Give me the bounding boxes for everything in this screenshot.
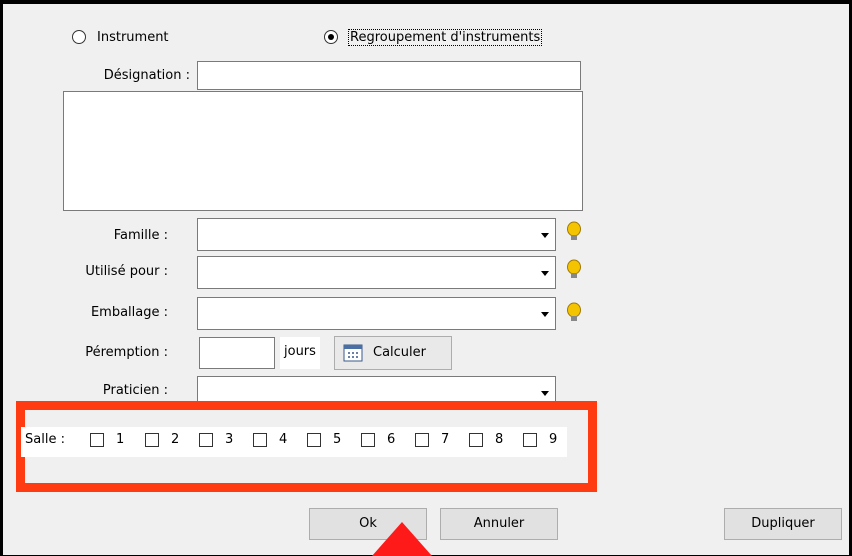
- calculer-label: Calculer: [373, 345, 426, 360]
- lightbulb-icon[interactable]: [566, 259, 582, 281]
- utilise-pour-label: Utilisé pour :: [85, 264, 168, 279]
- pointer-arrow: [372, 522, 432, 556]
- salle-checkbox-8[interactable]: [469, 433, 483, 447]
- salle-checkbox-4[interactable]: [253, 433, 267, 447]
- utilise-pour-select[interactable]: [197, 256, 556, 289]
- salle-number: 7: [441, 432, 450, 447]
- lightbulb-icon[interactable]: [566, 302, 582, 324]
- designation-label: Désignation :: [103, 68, 190, 83]
- salle-checkbox-9[interactable]: [523, 433, 537, 447]
- radio-instrument[interactable]: [72, 30, 86, 44]
- chevron-down-icon: [541, 232, 549, 238]
- chevron-down-icon: [541, 311, 549, 317]
- calendar-icon: [343, 344, 363, 362]
- emballage-select[interactable]: [197, 297, 556, 330]
- salle-checkbox-5[interactable]: [307, 433, 321, 447]
- calculer-button[interactable]: Calculer: [334, 336, 452, 370]
- chevron-down-icon: [541, 390, 549, 396]
- salle-number: 6: [387, 432, 396, 447]
- radio-instrument-label[interactable]: Instrument: [97, 30, 169, 45]
- designation-input[interactable]: [197, 61, 581, 90]
- salle-checkbox-6[interactable]: [361, 433, 375, 447]
- salle-number: 8: [495, 432, 504, 447]
- duplicate-button[interactable]: Dupliquer: [724, 508, 842, 540]
- salle-number: 5: [333, 432, 342, 447]
- famille-select[interactable]: [197, 218, 556, 251]
- salle-number: 2: [171, 432, 180, 447]
- radio-group[interactable]: [324, 30, 338, 44]
- famille-label: Famille :: [113, 228, 168, 243]
- jours-label: jours: [280, 337, 320, 369]
- salle-checkbox-3[interactable]: [199, 433, 213, 447]
- radio-group-label[interactable]: Regroupement d'instruments: [348, 29, 543, 46]
- cancel-button[interactable]: Annuler: [440, 508, 558, 540]
- peremption-input[interactable]: [199, 337, 275, 369]
- description-textarea[interactable]: [63, 91, 583, 211]
- praticien-label: Praticien :: [102, 383, 168, 398]
- salle-label: Salle :: [25, 432, 65, 447]
- chevron-down-icon: [541, 270, 549, 276]
- salle-checkbox-7[interactable]: [415, 433, 429, 447]
- salle-checkbox-1[interactable]: [90, 433, 104, 447]
- emballage-label: Emballage :: [90, 305, 168, 320]
- salle-checkbox-2[interactable]: [145, 433, 159, 447]
- peremption-label: Péremption :: [85, 345, 168, 360]
- lightbulb-icon[interactable]: [566, 221, 582, 243]
- salle-number: 1: [116, 432, 125, 447]
- salle-number: 9: [549, 432, 558, 447]
- salle-number: 3: [225, 432, 234, 447]
- salle-number: 4: [279, 432, 288, 447]
